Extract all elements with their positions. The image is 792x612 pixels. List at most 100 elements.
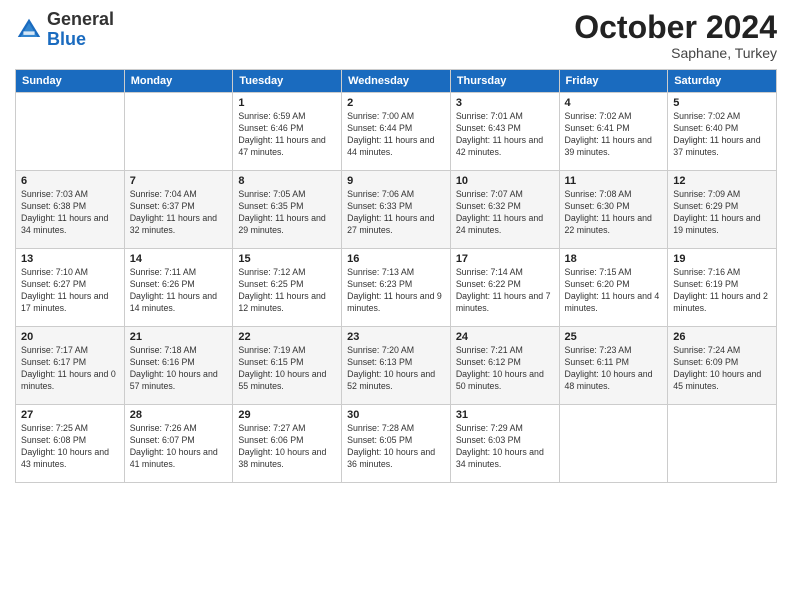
table-row: 19 Sunrise: 7:16 AMSunset: 6:19 PMDaylig… <box>668 249 777 327</box>
day-number: 15 <box>238 253 336 265</box>
table-row <box>16 93 125 171</box>
table-row: 17 Sunrise: 7:14 AMSunset: 6:22 PMDaylig… <box>450 249 559 327</box>
day-info: Sunrise: 7:13 AMSunset: 6:23 PMDaylight:… <box>347 267 445 315</box>
table-row <box>124 93 233 171</box>
day-number: 20 <box>21 331 119 343</box>
table-row: 24 Sunrise: 7:21 AMSunset: 6:12 PMDaylig… <box>450 327 559 405</box>
day-info: Sunrise: 7:21 AMSunset: 6:12 PMDaylight:… <box>456 345 554 393</box>
day-info: Sunrise: 7:01 AMSunset: 6:43 PMDaylight:… <box>456 111 554 159</box>
table-row: 28 Sunrise: 7:26 AMSunset: 6:07 PMDaylig… <box>124 405 233 483</box>
table-row: 13 Sunrise: 7:10 AMSunset: 6:27 PMDaylig… <box>16 249 125 327</box>
day-number: 13 <box>21 253 119 265</box>
day-number: 24 <box>456 331 554 343</box>
table-row: 27 Sunrise: 7:25 AMSunset: 6:08 PMDaylig… <box>16 405 125 483</box>
day-number: 7 <box>130 175 228 187</box>
week-row-1: 1 Sunrise: 6:59 AMSunset: 6:46 PMDayligh… <box>16 93 777 171</box>
table-row: 22 Sunrise: 7:19 AMSunset: 6:15 PMDaylig… <box>233 327 342 405</box>
day-number: 17 <box>456 253 554 265</box>
day-number: 19 <box>673 253 771 265</box>
table-row: 29 Sunrise: 7:27 AMSunset: 6:06 PMDaylig… <box>233 405 342 483</box>
day-info: Sunrise: 7:17 AMSunset: 6:17 PMDaylight:… <box>21 345 119 393</box>
day-number: 8 <box>238 175 336 187</box>
table-row: 6 Sunrise: 7:03 AMSunset: 6:38 PMDayligh… <box>16 171 125 249</box>
day-info: Sunrise: 7:06 AMSunset: 6:33 PMDaylight:… <box>347 189 445 237</box>
day-info: Sunrise: 7:05 AMSunset: 6:35 PMDaylight:… <box>238 189 336 237</box>
day-number: 2 <box>347 97 445 109</box>
day-number: 1 <box>238 97 336 109</box>
col-friday: Friday <box>559 70 668 93</box>
col-monday: Monday <box>124 70 233 93</box>
col-sunday: Sunday <box>16 70 125 93</box>
day-number: 3 <box>456 97 554 109</box>
day-number: 22 <box>238 331 336 343</box>
day-info: Sunrise: 7:10 AMSunset: 6:27 PMDaylight:… <box>21 267 119 315</box>
day-number: 26 <box>673 331 771 343</box>
col-thursday: Thursday <box>450 70 559 93</box>
day-number: 23 <box>347 331 445 343</box>
table-row: 7 Sunrise: 7:04 AMSunset: 6:37 PMDayligh… <box>124 171 233 249</box>
table-row: 3 Sunrise: 7:01 AMSunset: 6:43 PMDayligh… <box>450 93 559 171</box>
day-info: Sunrise: 7:23 AMSunset: 6:11 PMDaylight:… <box>565 345 663 393</box>
day-number: 28 <box>130 409 228 421</box>
day-number: 6 <box>21 175 119 187</box>
table-row: 18 Sunrise: 7:15 AMSunset: 6:20 PMDaylig… <box>559 249 668 327</box>
table-row: 21 Sunrise: 7:18 AMSunset: 6:16 PMDaylig… <box>124 327 233 405</box>
day-info: Sunrise: 7:11 AMSunset: 6:26 PMDaylight:… <box>130 267 228 315</box>
day-number: 29 <box>238 409 336 421</box>
day-number: 30 <box>347 409 445 421</box>
week-row-2: 6 Sunrise: 7:03 AMSunset: 6:38 PMDayligh… <box>16 171 777 249</box>
day-number: 31 <box>456 409 554 421</box>
day-number: 21 <box>130 331 228 343</box>
page: General Blue October 2024 Saphane, Turke… <box>0 0 792 612</box>
day-number: 25 <box>565 331 663 343</box>
table-row: 30 Sunrise: 7:28 AMSunset: 6:05 PMDaylig… <box>342 405 451 483</box>
col-wednesday: Wednesday <box>342 70 451 93</box>
table-row: 16 Sunrise: 7:13 AMSunset: 6:23 PMDaylig… <box>342 249 451 327</box>
day-number: 18 <box>565 253 663 265</box>
table-row: 25 Sunrise: 7:23 AMSunset: 6:11 PMDaylig… <box>559 327 668 405</box>
subtitle: Saphane, Turkey <box>574 45 777 61</box>
day-info: Sunrise: 7:26 AMSunset: 6:07 PMDaylight:… <box>130 423 228 471</box>
table-row: 12 Sunrise: 7:09 AMSunset: 6:29 PMDaylig… <box>668 171 777 249</box>
day-info: Sunrise: 7:09 AMSunset: 6:29 PMDaylight:… <box>673 189 771 237</box>
day-info: Sunrise: 7:08 AMSunset: 6:30 PMDaylight:… <box>565 189 663 237</box>
table-row <box>668 405 777 483</box>
table-row: 20 Sunrise: 7:17 AMSunset: 6:17 PMDaylig… <box>16 327 125 405</box>
day-info: Sunrise: 7:04 AMSunset: 6:37 PMDaylight:… <box>130 189 228 237</box>
day-info: Sunrise: 7:16 AMSunset: 6:19 PMDaylight:… <box>673 267 771 315</box>
col-tuesday: Tuesday <box>233 70 342 93</box>
day-info: Sunrise: 7:15 AMSunset: 6:20 PMDaylight:… <box>565 267 663 315</box>
table-row: 9 Sunrise: 7:06 AMSunset: 6:33 PMDayligh… <box>342 171 451 249</box>
day-info: Sunrise: 7:00 AMSunset: 6:44 PMDaylight:… <box>347 111 445 159</box>
table-row: 26 Sunrise: 7:24 AMSunset: 6:09 PMDaylig… <box>668 327 777 405</box>
col-saturday: Saturday <box>668 70 777 93</box>
day-number: 11 <box>565 175 663 187</box>
logo-text: General Blue <box>47 10 114 50</box>
day-info: Sunrise: 7:07 AMSunset: 6:32 PMDaylight:… <box>456 189 554 237</box>
day-info: Sunrise: 7:02 AMSunset: 6:41 PMDaylight:… <box>565 111 663 159</box>
day-number: 16 <box>347 253 445 265</box>
day-info: Sunrise: 7:03 AMSunset: 6:38 PMDaylight:… <box>21 189 119 237</box>
table-row: 23 Sunrise: 7:20 AMSunset: 6:13 PMDaylig… <box>342 327 451 405</box>
day-info: Sunrise: 7:27 AMSunset: 6:06 PMDaylight:… <box>238 423 336 471</box>
day-info: Sunrise: 6:59 AMSunset: 6:46 PMDaylight:… <box>238 111 336 159</box>
day-number: 9 <box>347 175 445 187</box>
day-info: Sunrise: 7:12 AMSunset: 6:25 PMDaylight:… <box>238 267 336 315</box>
day-number: 4 <box>565 97 663 109</box>
table-row: 2 Sunrise: 7:00 AMSunset: 6:44 PMDayligh… <box>342 93 451 171</box>
day-info: Sunrise: 7:18 AMSunset: 6:16 PMDaylight:… <box>130 345 228 393</box>
logo: General Blue <box>15 10 114 50</box>
day-info: Sunrise: 7:25 AMSunset: 6:08 PMDaylight:… <box>21 423 119 471</box>
calendar: Sunday Monday Tuesday Wednesday Thursday… <box>15 69 777 483</box>
day-number: 5 <box>673 97 771 109</box>
day-info: Sunrise: 7:28 AMSunset: 6:05 PMDaylight:… <box>347 423 445 471</box>
table-row: 31 Sunrise: 7:29 AMSunset: 6:03 PMDaylig… <box>450 405 559 483</box>
day-info: Sunrise: 7:14 AMSunset: 6:22 PMDaylight:… <box>456 267 554 315</box>
logo-general: General <box>47 9 114 29</box>
table-row: 14 Sunrise: 7:11 AMSunset: 6:26 PMDaylig… <box>124 249 233 327</box>
table-row: 1 Sunrise: 6:59 AMSunset: 6:46 PMDayligh… <box>233 93 342 171</box>
table-row: 8 Sunrise: 7:05 AMSunset: 6:35 PMDayligh… <box>233 171 342 249</box>
logo-icon <box>15 16 43 44</box>
title-area: October 2024 Saphane, Turkey <box>574 10 777 61</box>
week-row-5: 27 Sunrise: 7:25 AMSunset: 6:08 PMDaylig… <box>16 405 777 483</box>
